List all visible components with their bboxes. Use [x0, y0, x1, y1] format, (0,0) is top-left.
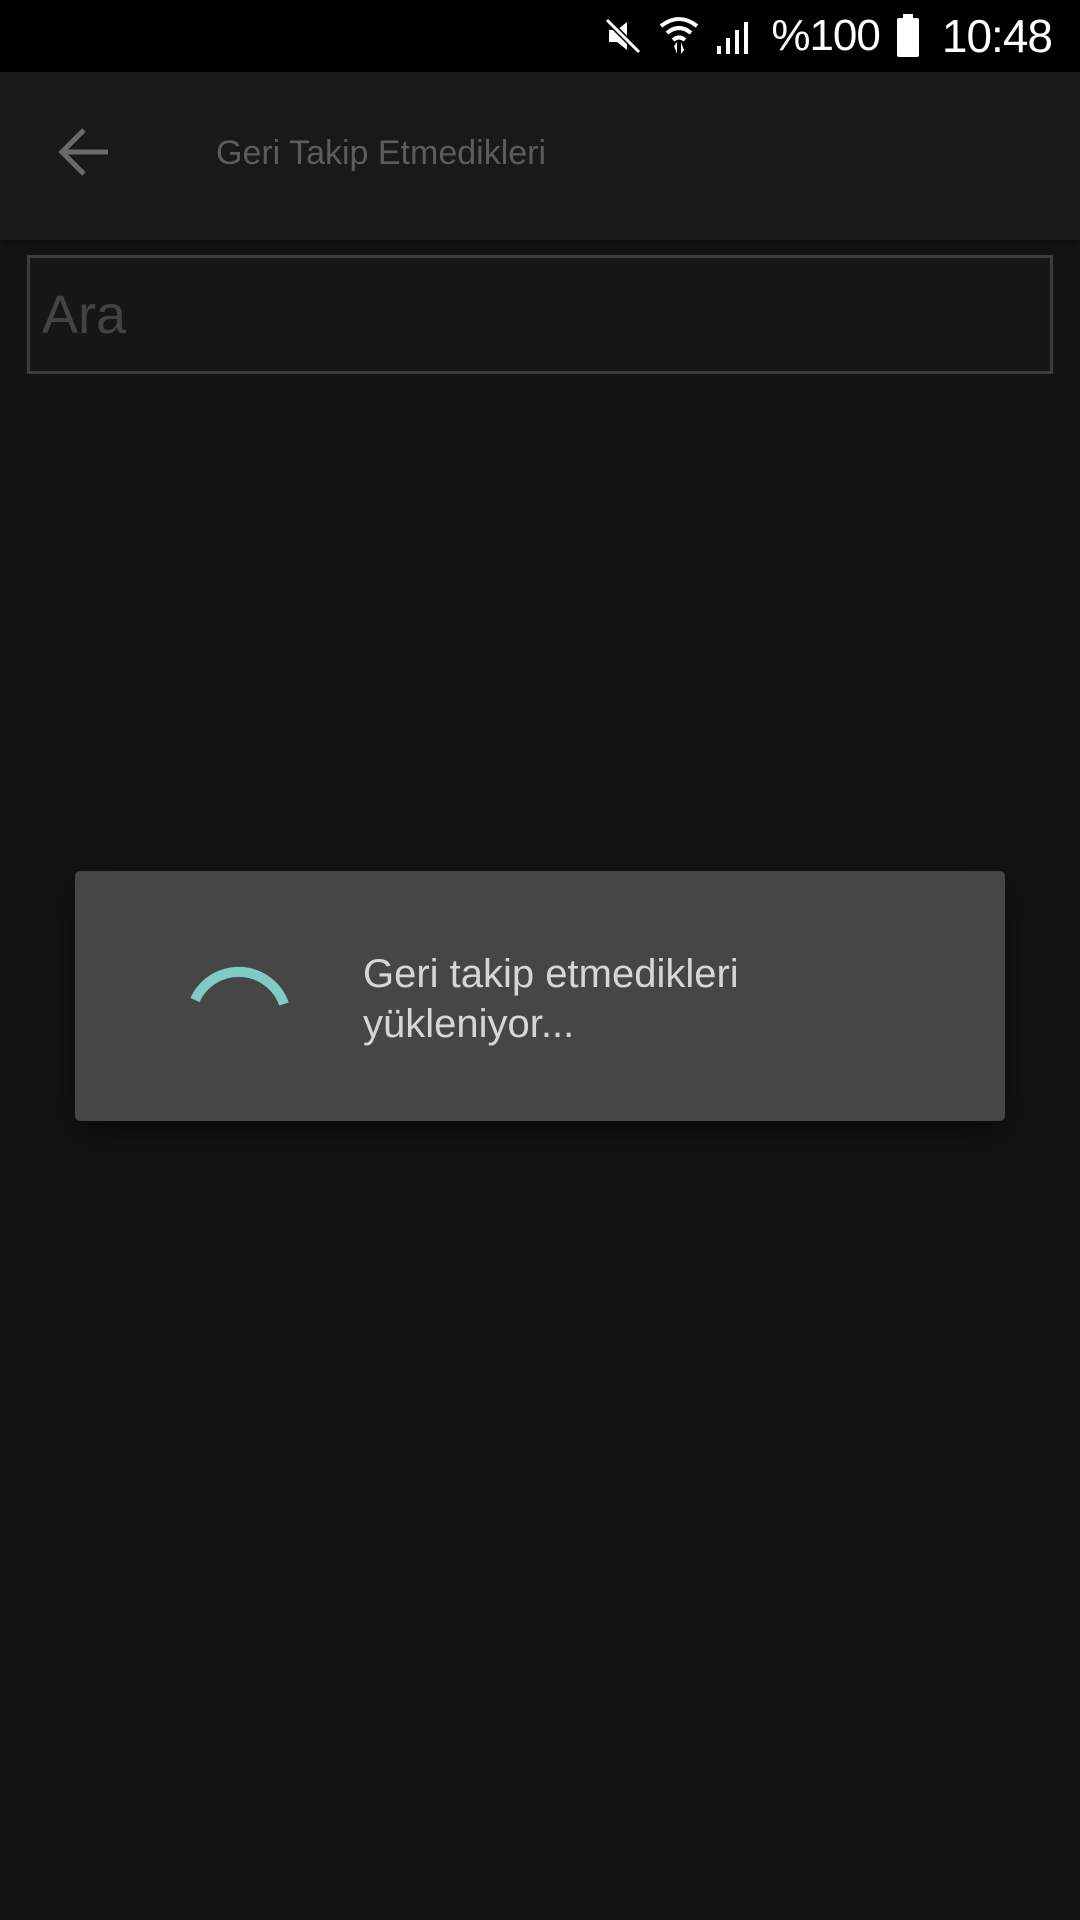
progress-dialog: Geri takip etmedikleri yükleniyor...	[75, 871, 1005, 1121]
signal-icon	[715, 16, 755, 56]
back-button[interactable]	[48, 116, 120, 188]
battery-icon	[896, 14, 920, 58]
app-bar: Geri Takip Etmedikleri	[0, 72, 1080, 240]
loading-message: Geri takip etmedikleri yükleniyor...	[363, 952, 739, 1046]
mute-icon	[603, 16, 643, 56]
arrow-back-icon	[58, 128, 108, 176]
status-bar: %100 10:48	[0, 0, 1080, 72]
page-title: Geri Takip Etmedikleri	[216, 134, 547, 172]
wifi-icon	[659, 14, 699, 58]
search-input[interactable]	[27, 255, 1053, 374]
clock: 10:48	[941, 10, 1053, 62]
battery-percent: %100	[771, 11, 881, 60]
loading-spinner-icon	[190, 966, 289, 1006]
screen: %100 10:48 Geri Takip Etmedikleri Geri t…	[0, 0, 1080, 1920]
